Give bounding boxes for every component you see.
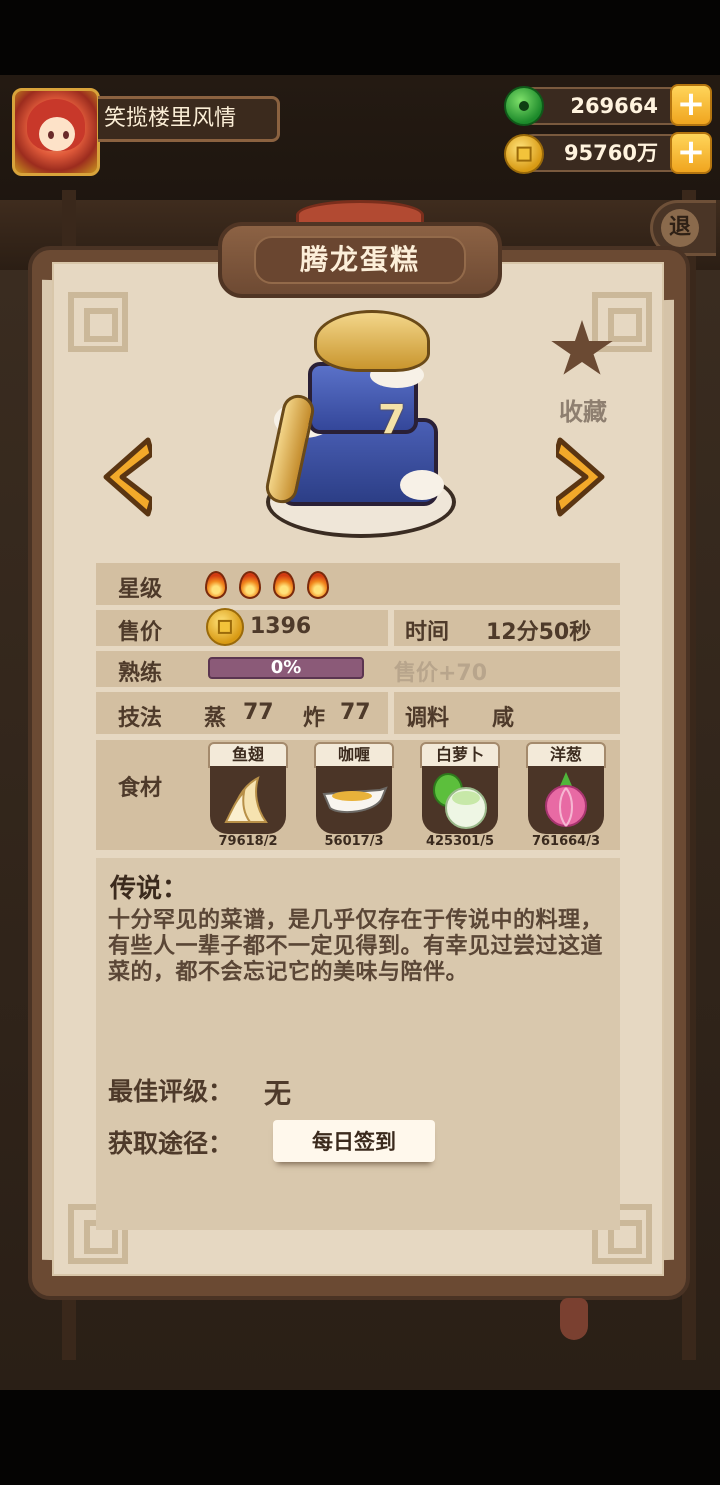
gold-coin-icon <box>504 134 544 174</box>
ingredient-item[interactable]: 鱼翅 79618/2 <box>208 742 288 849</box>
dish-image: 7 <box>260 306 460 542</box>
bottom-bar <box>0 1390 720 1485</box>
player-avatar[interactable] <box>12 88 100 176</box>
add-jade-button[interactable]: + <box>670 84 712 126</box>
ingredients-label: 食材 <box>118 776 163 801</box>
legend-text: 十分罕见的菜谱，是几乎仅存在于传说中的料理，有些人一辈子都不一定见得到。有幸见过… <box>108 908 604 985</box>
skill-label: 技法 <box>118 706 163 731</box>
flame-star-icon <box>205 571 227 599</box>
ingredient-item[interactable]: 咖喱 56017/3 <box>314 742 394 849</box>
jade-icon <box>504 86 544 126</box>
skill1-value: 77 <box>243 700 274 725</box>
daily-checkin-button[interactable]: 每日签到 <box>273 1120 435 1162</box>
seasoning-label: 调料 <box>405 706 450 731</box>
time-value: 12分50秒 <box>486 620 592 645</box>
white-radish-icon <box>433 773 487 829</box>
mastery-percent: 0% <box>270 657 302 678</box>
tassel-ornament <box>560 1298 588 1340</box>
price-value: 1396 <box>250 614 312 639</box>
mastery-progress-bar: 0% <box>208 657 364 679</box>
previous-recipe-button[interactable] <box>96 436 155 518</box>
chevron-left-icon <box>103 437 155 517</box>
title-plate: 腾龙蛋糕 <box>218 222 502 298</box>
best-rating-value: 无 <box>264 1079 291 1110</box>
golden-dragon <box>314 310 430 372</box>
flame-star-icon <box>239 571 261 599</box>
source-label: 获取途径： <box>108 1129 234 1158</box>
flame-star-icon <box>273 571 295 599</box>
curry-boat-icon <box>322 786 388 814</box>
cake-number: 7 <box>378 397 406 443</box>
chevron-right-icon <box>553 437 605 517</box>
corner-ornament <box>68 292 128 352</box>
price-label: 售价 <box>118 620 163 645</box>
legend-title: 传说： <box>110 874 189 904</box>
ingredient-item[interactable]: 白萝卜 425301/5 <box>420 742 500 849</box>
time-label: 时间 <box>405 620 450 645</box>
favorite-label[interactable]: 收藏 <box>550 392 616 427</box>
next-recipe-button[interactable] <box>553 436 612 518</box>
onion-icon <box>545 772 587 827</box>
flame-star-icon <box>307 571 329 599</box>
star-label: 星级 <box>118 577 163 602</box>
seasoning-value: 咸 <box>492 706 515 731</box>
gold-coin-icon <box>206 608 244 646</box>
skill1-name: 蒸 <box>204 706 227 731</box>
best-rating-label: 最佳评级： <box>108 1077 234 1106</box>
ingredient-item[interactable]: 洋葱 761664/3 <box>526 742 606 849</box>
player-name: 笑揽楼里风情 <box>98 96 280 142</box>
add-gold-button[interactable]: + <box>670 132 712 174</box>
skill2-name: 炸 <box>303 706 326 731</box>
mastery-label: 熟练 <box>118 661 163 686</box>
mastery-bonus: 售价+70 <box>394 661 488 686</box>
dish-title: 腾龙蛋糕 <box>254 236 466 284</box>
shark-fin-icon <box>224 776 268 823</box>
skill2-value: 77 <box>340 700 371 725</box>
star-row <box>96 563 620 605</box>
